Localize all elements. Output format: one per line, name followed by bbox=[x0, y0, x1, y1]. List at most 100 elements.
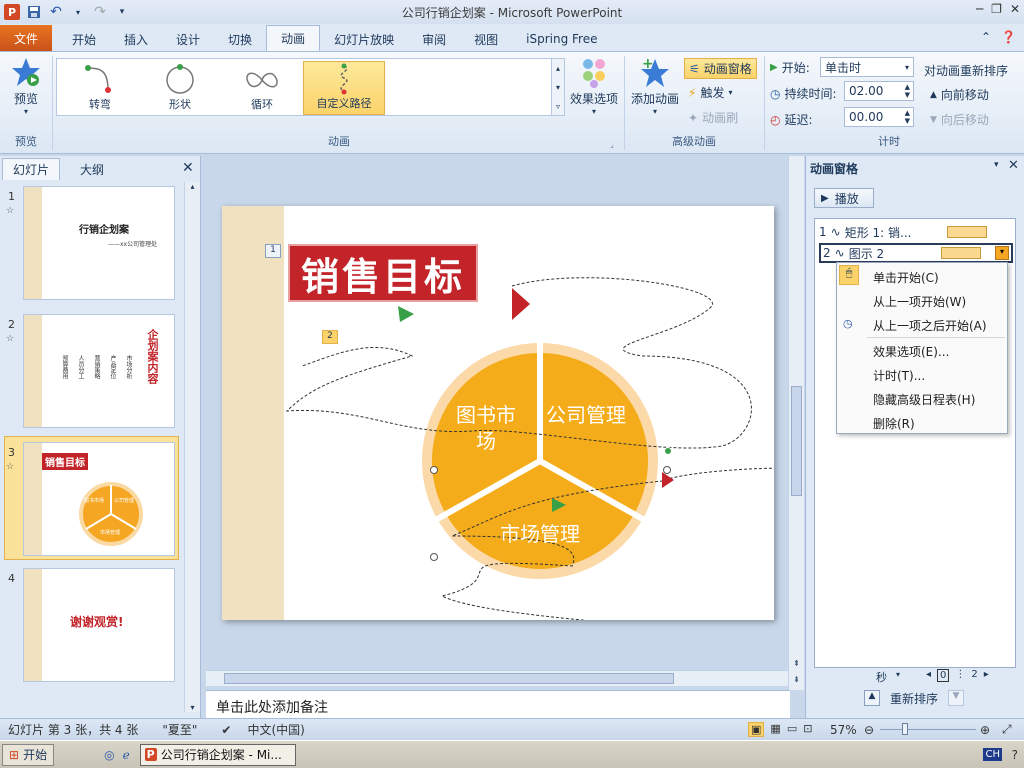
gallery-item-loops[interactable]: 循环 bbox=[223, 61, 301, 115]
timeline-ruler[interactable]: ◂ 0 ⋮ 2 ▸ bbox=[926, 669, 989, 682]
input-method-indicator[interactable]: CH bbox=[983, 748, 1002, 761]
reorder-down-icon[interactable]: ▼ bbox=[948, 690, 964, 706]
tab-view[interactable]: 视图 bbox=[460, 27, 512, 51]
notes-area[interactable]: 单击此处添加备注 bbox=[206, 690, 790, 718]
slides-scrollbar[interactable]: ▴ ▾ bbox=[184, 182, 200, 712]
normal-view-icon[interactable]: ▣ bbox=[748, 722, 765, 737]
customize-qat-icon[interactable]: ▾ bbox=[114, 4, 130, 20]
tab-outline[interactable]: 大纲 bbox=[70, 158, 114, 180]
close-animation-pane-icon[interactable]: ✕ bbox=[1008, 158, 1019, 173]
help-icon[interactable]: ❓ bbox=[1001, 30, 1016, 44]
gallery-scroll[interactable]: ▴ ▾ ▿ bbox=[551, 58, 565, 116]
dropdown-arrow-icon[interactable]: ▾ bbox=[70, 4, 86, 20]
move-earlier-button[interactable]: ▲ 向前移动 bbox=[930, 86, 989, 103]
slide-thumbnail-3[interactable]: 销售目标 图书市场 公司管理 市场管理 bbox=[23, 442, 175, 556]
slide-sorter-icon[interactable]: ▦ bbox=[770, 722, 780, 737]
animation-item-1[interactable]: 1 ∿ 矩形 1: 销... bbox=[819, 223, 1013, 241]
zoom-slider-thumb[interactable] bbox=[902, 723, 908, 735]
reading-view-icon[interactable]: ▭ bbox=[787, 722, 797, 737]
item-dropdown-icon[interactable]: ▾ bbox=[995, 246, 1009, 260]
tab-insert[interactable]: 插入 bbox=[110, 27, 162, 51]
editor-horizontal-scrollbar[interactable] bbox=[206, 670, 788, 686]
pane-options-icon[interactable]: ▾ bbox=[994, 160, 999, 170]
tab-transitions[interactable]: 切换 bbox=[214, 27, 266, 51]
start-button[interactable]: ⊞ 开始 bbox=[2, 743, 55, 766]
slide-thumbnail-2[interactable]: 企划案内容 市场分析 产品定位 营销策略 人员分工 预算费用 bbox=[23, 314, 175, 428]
clock-icon: ◷ bbox=[843, 317, 853, 330]
reorder-up-icon[interactable]: ▲ bbox=[864, 690, 880, 706]
tab-home[interactable]: 开始 bbox=[58, 27, 110, 51]
menu-hide-timeline[interactable]: 隐藏高级日程表(H) bbox=[873, 391, 975, 408]
menu-timing[interactable]: 计时(T)... bbox=[873, 367, 925, 384]
zoom-level[interactable]: 57% bbox=[830, 723, 857, 737]
delay-input[interactable]: 00.00 ▲ ▼ bbox=[844, 107, 914, 127]
close-pane-icon[interactable]: ✕ bbox=[182, 160, 194, 176]
ruler-left-icon[interactable]: ◂ bbox=[926, 669, 931, 682]
gallery-label: 循环 bbox=[251, 98, 273, 111]
next-slide-icon[interactable]: ⇟ bbox=[789, 675, 804, 684]
powerpoint-logo-icon[interactable]: P bbox=[4, 4, 20, 20]
zoom-out-icon[interactable]: ⊖ bbox=[864, 723, 874, 737]
delay-spinner-icon[interactable]: ▲ ▼ bbox=[905, 109, 910, 125]
tab-slideshow[interactable]: 幻灯片放映 bbox=[320, 27, 408, 51]
slideshow-icon[interactable]: ⊡ bbox=[803, 722, 812, 737]
preview-button[interactable]: 预览 ▾ bbox=[6, 56, 46, 116]
zoom-in-icon[interactable]: ⊕ bbox=[980, 723, 990, 737]
animation-pane-button[interactable]: ⚟ 动画窗格 bbox=[684, 58, 757, 79]
tab-file[interactable]: 文件 bbox=[0, 25, 52, 51]
undo-icon[interactable]: ↶ bbox=[48, 4, 64, 20]
taskbar-powerpoint-item[interactable]: P 公司行销企划案 - Mi... bbox=[139, 743, 296, 766]
animation-painter-button[interactable]: ✦ 动画刷 bbox=[688, 109, 738, 126]
move-later-button[interactable]: ▼ 向后移动 bbox=[930, 111, 989, 128]
zoom-slider[interactable] bbox=[880, 729, 976, 730]
effect-options-button[interactable]: 效果选项 ▾ bbox=[570, 56, 618, 116]
scroll-down-icon[interactable]: ▾ bbox=[185, 703, 200, 712]
language-status[interactable]: 中文(中国) bbox=[247, 721, 304, 738]
scroll-thumb[interactable] bbox=[224, 673, 674, 684]
scroll-thumb[interactable] bbox=[791, 386, 802, 496]
slide-thumbnail-1[interactable]: 行销企划案 ——xx公司管理处 bbox=[23, 186, 175, 300]
theme-name-status[interactable]: "夏至" bbox=[162, 721, 197, 738]
fit-to-window-icon[interactable]: ⤢ bbox=[1002, 722, 1012, 737]
start-select[interactable]: 单击时 ▾ bbox=[820, 57, 914, 77]
duration-input[interactable]: 02.00 ▲ ▼ bbox=[844, 81, 914, 101]
animation-item-2[interactable]: 2 ∿ 图示 2 ▾ bbox=[819, 243, 1013, 263]
spellcheck-icon[interactable]: ✔ bbox=[221, 723, 231, 737]
gallery-item-custom-path[interactable]: 自定义路径 bbox=[303, 61, 385, 115]
tab-animations[interactable]: 动画 bbox=[266, 25, 321, 51]
minimize-icon[interactable]: ─ bbox=[976, 2, 983, 16]
redo-icon[interactable]: ↷ bbox=[92, 4, 108, 20]
duration-spinner-icon[interactable]: ▲ ▼ bbox=[905, 83, 910, 99]
slide-thumbnail-4[interactable]: 谢谢观赏! bbox=[23, 568, 175, 682]
quicklaunch-icon[interactable]: ◎ bbox=[104, 748, 114, 762]
tab-ispring[interactable]: iSpring Free bbox=[512, 27, 611, 51]
dialog-launcher-icon[interactable]: ⌟ bbox=[610, 140, 614, 149]
menu-effect-options[interactable]: 效果选项(E)... bbox=[873, 343, 949, 360]
ruler-right-icon[interactable]: ▸ bbox=[984, 669, 989, 682]
gallery-item-turns[interactable]: 转弯 bbox=[61, 61, 139, 115]
gallery-item-shapes[interactable]: 形状 bbox=[141, 61, 219, 115]
browser-icon[interactable]: ℯ bbox=[123, 748, 130, 762]
menu-start-after-previous[interactable]: 从上一项之后开始(A) bbox=[873, 317, 987, 334]
trigger-button[interactable]: ⚡ 触发 ▾ bbox=[688, 84, 732, 101]
previous-slide-icon[interactable]: ⇞ bbox=[789, 659, 804, 668]
editor-vertical-scrollbar[interactable]: ⇞ ⇟ bbox=[788, 156, 804, 690]
motion-path-icon: ∿ bbox=[830, 225, 841, 239]
tab-review[interactable]: 审阅 bbox=[408, 27, 460, 51]
scroll-up-icon[interactable]: ▴ bbox=[185, 182, 200, 191]
close-icon[interactable]: ✕ bbox=[1010, 2, 1020, 16]
save-icon[interactable] bbox=[26, 4, 42, 20]
menu-delete[interactable]: 删除(R) bbox=[873, 415, 915, 432]
menu-separator bbox=[867, 337, 1005, 338]
restore-icon[interactable]: ❐ bbox=[991, 2, 1002, 16]
play-button[interactable]: ▶ 播放 bbox=[814, 188, 874, 208]
menu-start-on-click[interactable]: 单击开始(C) bbox=[873, 269, 939, 286]
add-animation-button[interactable]: + 添加动画 ▾ bbox=[630, 56, 680, 116]
seconds-dropdown-icon[interactable]: ▾ bbox=[896, 670, 900, 679]
help-tray-icon[interactable]: ? bbox=[1012, 748, 1018, 762]
tab-slides[interactable]: 幻灯片 bbox=[2, 158, 61, 180]
minimize-ribbon-icon[interactable]: ⌃ bbox=[981, 30, 991, 44]
tab-design[interactable]: 设计 bbox=[162, 27, 214, 51]
slide-canvas[interactable]: 1 销售目标 2 图书市场 公司管理 市场管理 bbox=[222, 206, 774, 620]
menu-start-with-previous[interactable]: 从上一项开始(W) bbox=[873, 293, 966, 310]
